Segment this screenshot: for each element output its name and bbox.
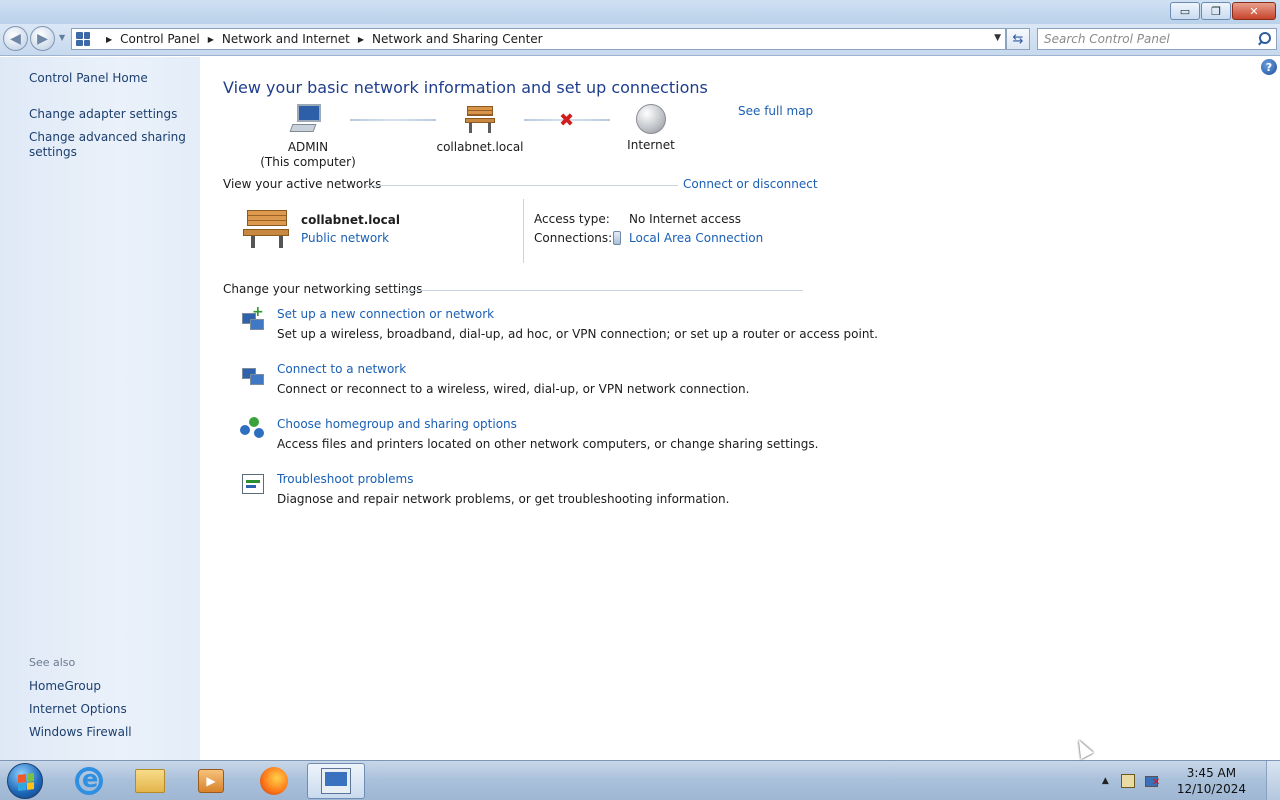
breadcrumb-control-panel[interactable]: Control Panel — [120, 32, 200, 46]
map-connector — [350, 119, 436, 121]
start-button[interactable] — [7, 763, 43, 799]
search-icon[interactable] — [1256, 31, 1272, 47]
back-button[interactable]: ◀ — [3, 26, 28, 51]
main-content: ? View your basic network information an… — [200, 57, 1280, 760]
vertical-divider — [523, 199, 524, 263]
sidebar-internet-options[interactable]: Internet Options — [29, 702, 189, 717]
internet-explorer-icon — [75, 765, 103, 795]
ethernet-icon — [613, 231, 621, 245]
folder-icon — [135, 769, 165, 793]
homegroup-link[interactable]: Choose homegroup and sharing options — [277, 417, 517, 431]
recent-pages-dropdown-icon[interactable]: ▼ — [59, 33, 65, 42]
computer-name: ADMIN — [287, 140, 329, 154]
homegroup-icon — [240, 417, 266, 441]
breadcrumb-network-and-sharing-center[interactable]: Network and Sharing Center — [372, 32, 543, 46]
system-tray: ▲ 3:45 AM 12/10/2024 — [1102, 761, 1280, 800]
active-networks-heading: View your active networks — [223, 177, 382, 191]
help-icon[interactable]: ? — [1261, 59, 1277, 75]
address-bar[interactable]: ▶ Control Panel ▶ Network and Internet ▶… — [71, 28, 1006, 50]
network-location-link[interactable]: Public network — [301, 231, 389, 245]
taskbar-firefox[interactable] — [245, 763, 303, 799]
local-area-connection-link[interactable]: Local Area Connection — [629, 231, 763, 245]
page-title: View your basic network information and … — [223, 78, 708, 97]
breadcrumb-network-and-internet[interactable]: Network and Internet — [222, 32, 350, 46]
homegroup-desc: Access files and printers located on oth… — [277, 437, 819, 451]
network-node-name: collabnet.local — [436, 140, 524, 154]
connections-label: Connections: — [534, 231, 613, 245]
network-disconnected-icon[interactable] — [1144, 774, 1161, 788]
access-type-text: No Internet access — [629, 212, 742, 226]
sidebar-windows-firewall[interactable]: Windows Firewall — [29, 725, 189, 740]
sidebar-change-adapter-settings[interactable]: Change adapter settings — [29, 107, 189, 122]
active-network-name: collabnet.local — [301, 213, 400, 227]
section-divider — [402, 290, 803, 291]
breadcrumb: ▶ Control Panel ▶ Network and Internet ▶… — [98, 32, 543, 46]
search-input[interactable] — [1044, 30, 1256, 48]
breadcrumb-separator-icon[interactable]: ▶ — [358, 35, 364, 44]
connections-value[interactable]: Local Area Connection — [613, 231, 763, 245]
breadcrumb-separator-icon[interactable]: ▶ — [106, 35, 112, 44]
see-also-heading: See also — [29, 656, 76, 669]
networking-settings-heading: Change your networking settings — [223, 282, 423, 296]
clock-time: 3:45 AM — [1186, 766, 1237, 780]
connect-network-desc: Connect or reconnect to a wireless, wire… — [277, 382, 750, 396]
connect-network-icon — [240, 362, 266, 386]
sidebar-homegroup[interactable]: HomeGroup — [29, 679, 189, 694]
see-full-map-link[interactable]: See full map — [738, 104, 813, 118]
sidebar: Control Panel Home Change adapter settin… — [0, 57, 200, 760]
connect-or-disconnect-link[interactable]: Connect or disconnect — [683, 177, 818, 191]
close-button[interactable]: ✕ — [1232, 2, 1276, 20]
taskbar-control-panel[interactable] — [307, 763, 365, 799]
show-desktop-button[interactable] — [1266, 761, 1280, 800]
no-connection-x-icon: ✖ — [559, 110, 575, 131]
firefox-icon — [260, 767, 288, 795]
access-type-label: Access type: — [534, 212, 610, 226]
show-hidden-icons-icon[interactable]: ▲ — [1102, 776, 1109, 786]
control-panel-icon — [321, 768, 351, 794]
navigation-bar: ◀ ▶ ▼ ▶ Control Panel ▶ Network and Inte… — [0, 24, 1280, 56]
map-node-internet[interactable]: Internet — [616, 104, 686, 153]
search-box[interactable] — [1037, 28, 1277, 50]
map-node-computer[interactable]: ADMIN (This computer) — [258, 104, 358, 170]
window-controls: ▭ ❐ ✕ — [1169, 2, 1276, 20]
taskbar-file-explorer[interactable] — [121, 763, 179, 799]
sidebar-control-panel-home[interactable]: Control Panel Home — [29, 71, 189, 86]
control-panel-icon — [76, 32, 90, 46]
windows-logo-icon — [18, 773, 34, 791]
action-center-flag-icon[interactable] — [1120, 774, 1135, 788]
taskbar-media-player[interactable]: ▶ — [182, 763, 240, 799]
map-node-network[interactable]: collabnet.local — [432, 104, 528, 155]
troubleshoot-link[interactable]: Troubleshoot problems — [277, 472, 413, 486]
taskbar-internet-explorer[interactable] — [60, 763, 118, 799]
refresh-icon: ⇆ — [1012, 31, 1024, 47]
setup-connection-link[interactable]: Set up a new connection or network — [277, 307, 494, 321]
section-divider — [366, 185, 678, 186]
address-dropdown-icon[interactable]: ▼ — [994, 33, 1001, 43]
connect-network-link[interactable]: Connect to a network — [277, 362, 406, 376]
breadcrumb-separator-icon[interactable]: ▶ — [208, 35, 214, 44]
troubleshoot-icon — [240, 472, 266, 496]
title-bar: ▭ ❐ ✕ — [0, 0, 1280, 24]
setup-connection-desc: Set up a wireless, broadband, dial-up, a… — [277, 327, 878, 341]
bench-network-icon[interactable] — [243, 207, 291, 249]
refresh-button[interactable]: ⇆ — [1006, 28, 1030, 50]
minimize-button[interactable]: ▭ — [1170, 2, 1200, 20]
globe-icon — [636, 104, 666, 134]
taskbar: ▶ ▲ 3:45 AM 12/10/2024 — [0, 760, 1280, 800]
troubleshoot-desc: Diagnose and repair network problems, or… — [277, 492, 730, 506]
clock[interactable]: 3:45 AM 12/10/2024 — [1177, 765, 1246, 797]
clock-date: 12/10/2024 — [1176, 782, 1246, 796]
computer-subtitle: (This computer) — [260, 155, 356, 169]
bench-network-icon — [463, 104, 497, 136]
new-connection-icon: + — [240, 304, 266, 331]
computer-icon — [289, 104, 325, 136]
sidebar-change-advanced-sharing-settings[interactable]: Change advanced sharing settings — [29, 130, 189, 160]
maximize-button[interactable]: ❐ — [1201, 2, 1231, 20]
access-type-value: No Internet access — [629, 212, 741, 226]
internet-label: Internet — [627, 138, 675, 152]
forward-button[interactable]: ▶ — [30, 26, 55, 51]
media-player-icon: ▶ — [198, 769, 224, 793]
